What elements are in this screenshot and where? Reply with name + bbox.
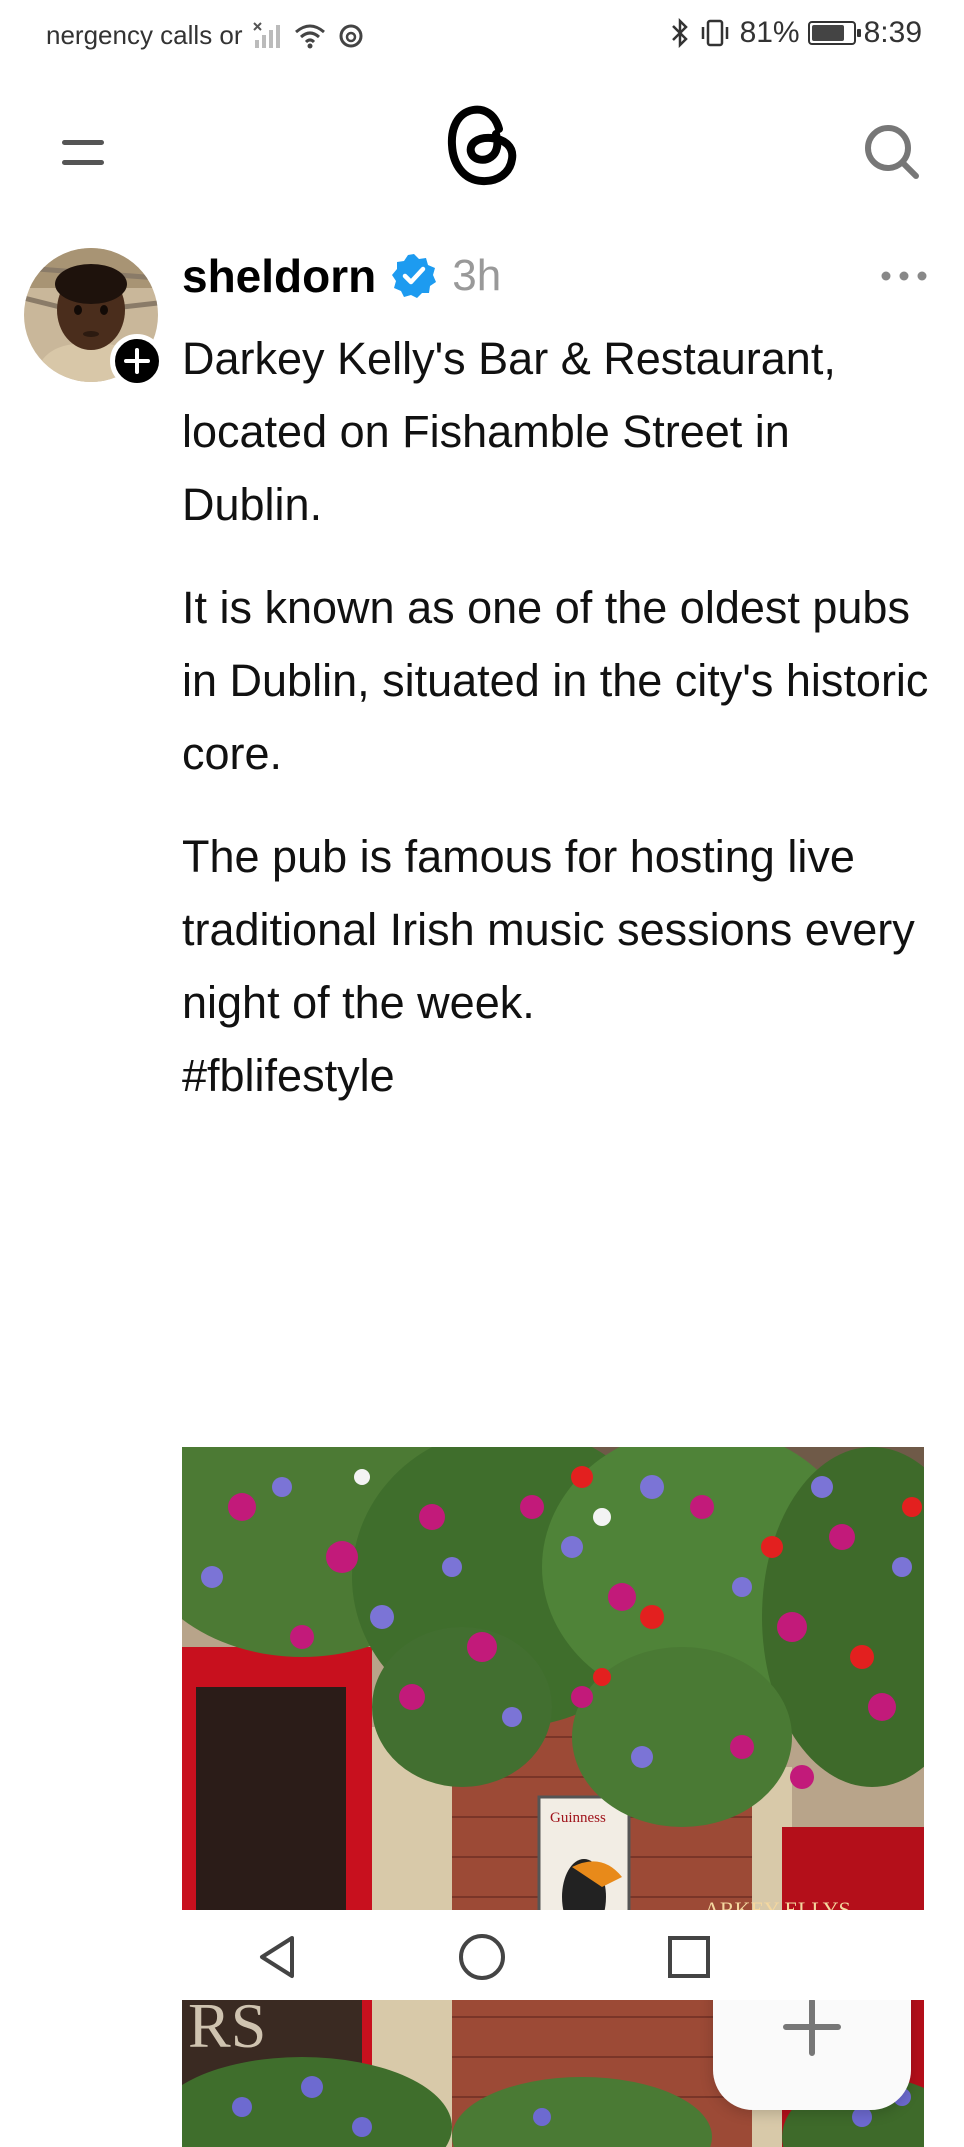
battery-icon — [807, 21, 861, 45]
follow-button[interactable] — [110, 334, 164, 388]
home-icon[interactable] — [455, 1930, 509, 1984]
threads-status-icon — [339, 24, 363, 47]
menu-icon[interactable] — [62, 132, 104, 172]
back-icon[interactable] — [250, 1930, 304, 1984]
bluetooth-icon — [671, 18, 688, 48]
system-nav-bar — [0, 1910, 964, 2000]
plus-icon — [124, 348, 150, 374]
battery-percent: 81% — [739, 16, 800, 49]
app-header — [0, 90, 964, 200]
post-timestamp: 3h — [452, 251, 502, 300]
hashtag-link[interactable]: #fblifestyle — [182, 1039, 932, 1112]
svg-text:RS: RS — [188, 1990, 266, 2061]
carrier-text: nergency calls or — [46, 20, 243, 50]
threads-logo-icon[interactable] — [446, 102, 518, 188]
post-body: Darkey Kelly's Bar & Restaurant, located… — [182, 322, 932, 1112]
vibrate-icon — [701, 19, 728, 47]
username[interactable]: sheldorn — [182, 249, 376, 303]
battery-fill — [811, 25, 844, 41]
status-left: nergency calls or — [46, 20, 365, 51]
signal-icon — [252, 21, 280, 48]
clock: 8:39 — [863, 16, 922, 49]
recents-icon[interactable] — [662, 1930, 716, 1984]
verified-badge-icon — [392, 254, 437, 298]
post-paragraph: Darkey Kelly's Bar & Restaurant, located… — [182, 333, 836, 530]
plus-icon — [783, 1998, 841, 2056]
post-paragraph: The pub is famous for hosting live tradi… — [182, 831, 915, 1028]
search-icon[interactable] — [862, 122, 922, 182]
wifi-icon — [294, 24, 325, 48]
post-meta: sheldorn 3h — [182, 246, 501, 306]
post-paragraph: It is known as one of the oldest pubs in… — [182, 582, 929, 779]
status-right: 81% 8:39 — [670, 16, 922, 50]
more-options-icon[interactable] — [880, 268, 928, 284]
poster-text: Guinness — [550, 1810, 606, 1826]
status-bar: nergency calls or 81% 8:39 — [0, 0, 964, 72]
